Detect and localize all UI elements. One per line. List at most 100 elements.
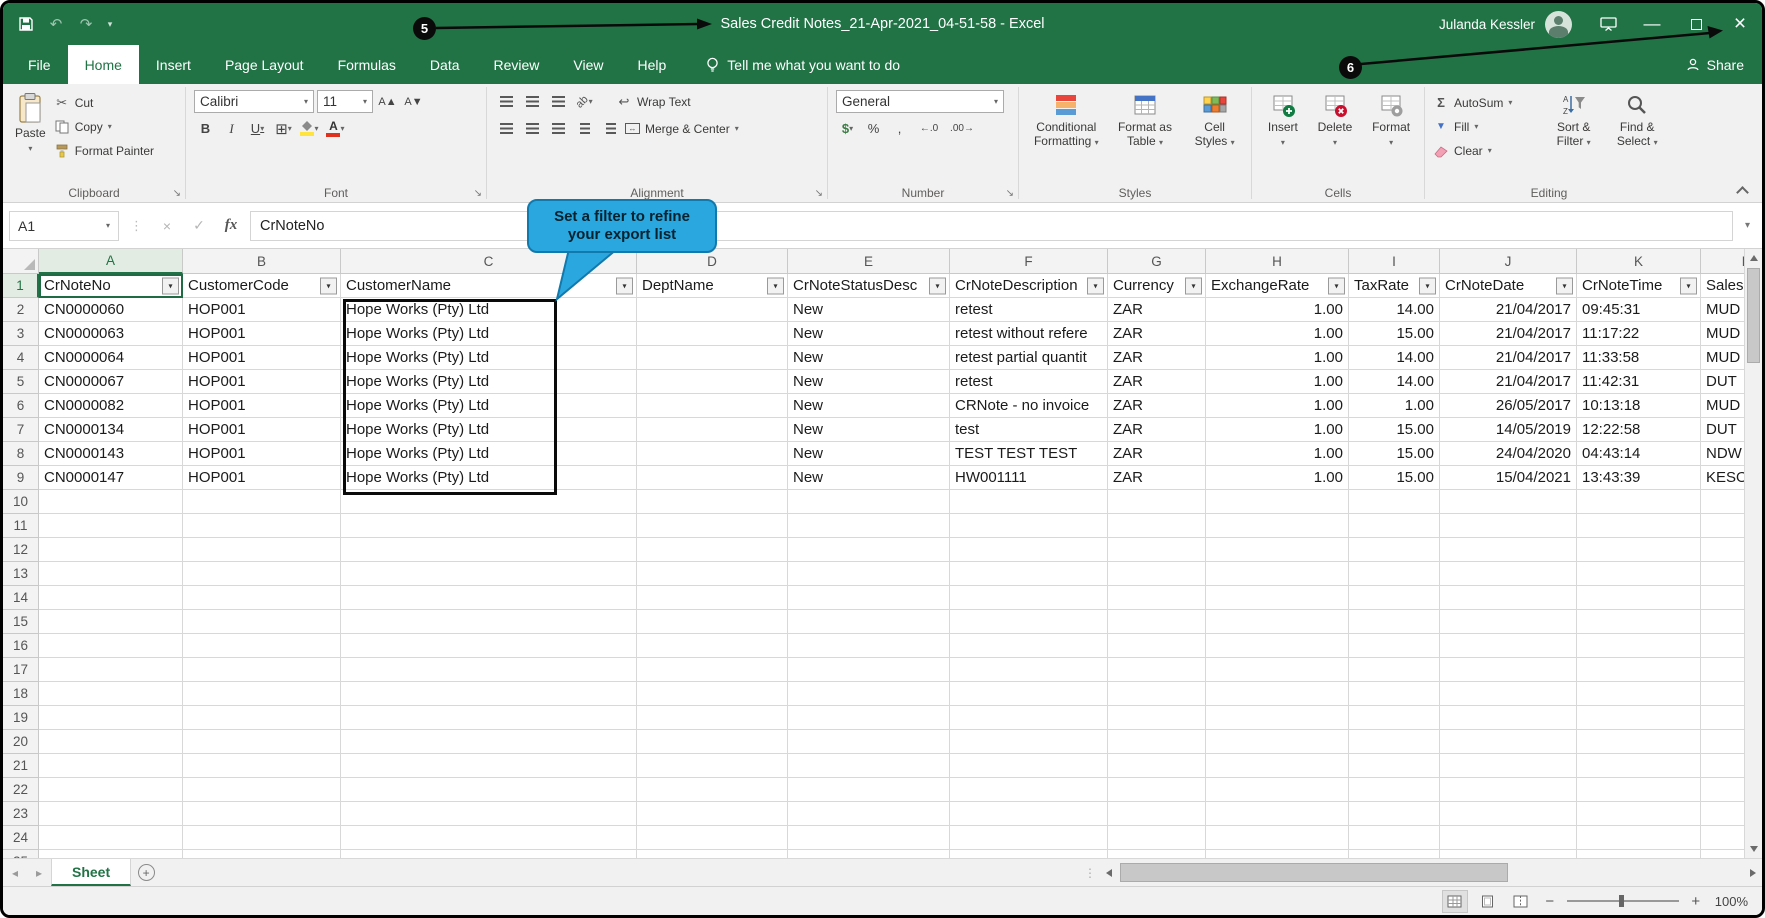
accounting-format-button[interactable]: $ ▾ — [836, 117, 859, 140]
cell-G1[interactable]: Currency ▾ — [1108, 274, 1206, 298]
cell-G8[interactable]: ZAR — [1108, 442, 1206, 466]
cell-J1[interactable]: CrNoteDate ▾ — [1440, 274, 1577, 298]
number-format-select[interactable]: General ▾ — [836, 90, 1004, 113]
cell-D9[interactable] — [637, 466, 788, 490]
cell-F13[interactable] — [950, 562, 1108, 586]
cell-H4[interactable]: 1.00 — [1206, 346, 1349, 370]
cell-I8[interactable]: 15.00 — [1349, 442, 1440, 466]
vertical-scrollbar-thumb[interactable] — [1747, 268, 1760, 363]
cell-H7[interactable]: 1.00 — [1206, 418, 1349, 442]
cell-F17[interactable] — [950, 658, 1108, 682]
cell-G15[interactable] — [1108, 610, 1206, 634]
cell-H25[interactable] — [1206, 850, 1349, 858]
sheet-tab[interactable]: Sheet — [51, 859, 132, 886]
cell-D20[interactable] — [637, 730, 788, 754]
cell-J5[interactable]: 21/04/2017 — [1440, 370, 1577, 394]
number-dialog-launcher[interactable]: ↘ — [1006, 188, 1014, 199]
cell-E15[interactable] — [788, 610, 950, 634]
font-dialog-launcher[interactable]: ↘ — [474, 188, 482, 199]
cell-C15[interactable] — [341, 610, 637, 634]
cell-L24[interactable] — [1701, 826, 1744, 850]
cell-A6[interactable]: CN0000082 — [39, 394, 183, 418]
cell-D21[interactable] — [637, 754, 788, 778]
cell-C4[interactable]: Hope Works (Pty) Ltd — [341, 346, 637, 370]
cell-E12[interactable] — [788, 538, 950, 562]
cell-I14[interactable] — [1349, 586, 1440, 610]
cell-K21[interactable] — [1577, 754, 1701, 778]
cell-G16[interactable] — [1108, 634, 1206, 658]
italic-button[interactable]: I — [220, 117, 243, 140]
previous-sheet-button[interactable]: ◂ — [3, 859, 27, 886]
cell-F14[interactable] — [950, 586, 1108, 610]
cell-L4[interactable]: MUD — [1701, 346, 1744, 370]
filter-button-I[interactable]: ▾ — [1419, 277, 1436, 294]
cell-B3[interactable]: HOP001 — [183, 322, 341, 346]
cell-H6[interactable]: 1.00 — [1206, 394, 1349, 418]
insert-function-button[interactable]: fx — [218, 217, 244, 234]
decrease-font-size-button[interactable]: A▼ — [402, 90, 425, 113]
column-header-G[interactable]: G — [1108, 249, 1206, 274]
cell-J14[interactable] — [1440, 586, 1577, 610]
cell-J25[interactable] — [1440, 850, 1577, 858]
column-header-L[interactable]: L — [1701, 249, 1744, 274]
cell-B6[interactable]: HOP001 — [183, 394, 341, 418]
cell-L17[interactable] — [1701, 658, 1744, 682]
tab-review[interactable]: Review — [477, 45, 557, 84]
row-header-6[interactable]: 6 — [3, 394, 39, 418]
column-header-B[interactable]: B — [183, 249, 341, 274]
row-header-21[interactable]: 21 — [3, 754, 39, 778]
cell-K5[interactable]: 11:42:31 — [1577, 370, 1701, 394]
cell-F16[interactable] — [950, 634, 1108, 658]
horizontal-scrollbar[interactable] — [1100, 859, 1762, 886]
cell-E10[interactable] — [788, 490, 950, 514]
cell-J10[interactable] — [1440, 490, 1577, 514]
cell-D6[interactable] — [637, 394, 788, 418]
cell-L16[interactable] — [1701, 634, 1744, 658]
cell-F20[interactable] — [950, 730, 1108, 754]
filter-button-K[interactable]: ▾ — [1680, 277, 1697, 294]
tell-me-box[interactable]: Tell me what you want to do — [705, 45, 900, 84]
row-header-1[interactable]: 1 — [3, 274, 39, 298]
zoom-in-button[interactable]: + — [1688, 893, 1704, 910]
cell-D10[interactable] — [637, 490, 788, 514]
cell-A5[interactable]: CN0000067 — [39, 370, 183, 394]
cell-H5[interactable]: 1.00 — [1206, 370, 1349, 394]
cell-J20[interactable] — [1440, 730, 1577, 754]
cell-F5[interactable]: retest — [950, 370, 1108, 394]
row-header-13[interactable]: 13 — [3, 562, 39, 586]
horizontal-scrollbar-track[interactable] — [1118, 863, 1744, 882]
filter-button-G[interactable]: ▾ — [1185, 277, 1202, 294]
close-button[interactable]: × — [1718, 3, 1762, 45]
cell-G7[interactable]: ZAR — [1108, 418, 1206, 442]
cell-L3[interactable]: MUD — [1701, 322, 1744, 346]
cell-J7[interactable]: 14/05/2019 — [1440, 418, 1577, 442]
cell-E8[interactable]: New — [788, 442, 950, 466]
cell-H19[interactable] — [1206, 706, 1349, 730]
save-button[interactable] — [13, 11, 39, 37]
cell-L25[interactable] — [1701, 850, 1744, 858]
cell-A13[interactable] — [39, 562, 183, 586]
cell-C7[interactable]: Hope Works (Pty) Ltd — [341, 418, 637, 442]
cell-G2[interactable]: ZAR — [1108, 298, 1206, 322]
cell-C16[interactable] — [341, 634, 637, 658]
cell-I24[interactable] — [1349, 826, 1440, 850]
cell-A23[interactable] — [39, 802, 183, 826]
select-all-button[interactable] — [3, 249, 39, 274]
cell-L11[interactable] — [1701, 514, 1744, 538]
cell-L18[interactable] — [1701, 682, 1744, 706]
cell-K7[interactable]: 12:22:58 — [1577, 418, 1701, 442]
cell-D7[interactable] — [637, 418, 788, 442]
cell-K1[interactable]: CrNoteTime ▾ — [1577, 274, 1701, 298]
cell-D4[interactable] — [637, 346, 788, 370]
cell-B13[interactable] — [183, 562, 341, 586]
cell-H17[interactable] — [1206, 658, 1349, 682]
orientation-button[interactable]: ab ▾ — [573, 90, 596, 113]
cell-I1[interactable]: TaxRate ▾ — [1349, 274, 1440, 298]
row-header-16[interactable]: 16 — [3, 634, 39, 658]
filter-button-D[interactable]: ▾ — [767, 277, 784, 294]
cell-G23[interactable] — [1108, 802, 1206, 826]
clear-button[interactable]: Clear ▾ — [1433, 140, 1540, 161]
copy-button[interactable]: Copy ▾ — [54, 116, 154, 137]
cell-A3[interactable]: CN0000063 — [39, 322, 183, 346]
cell-J24[interactable] — [1440, 826, 1577, 850]
